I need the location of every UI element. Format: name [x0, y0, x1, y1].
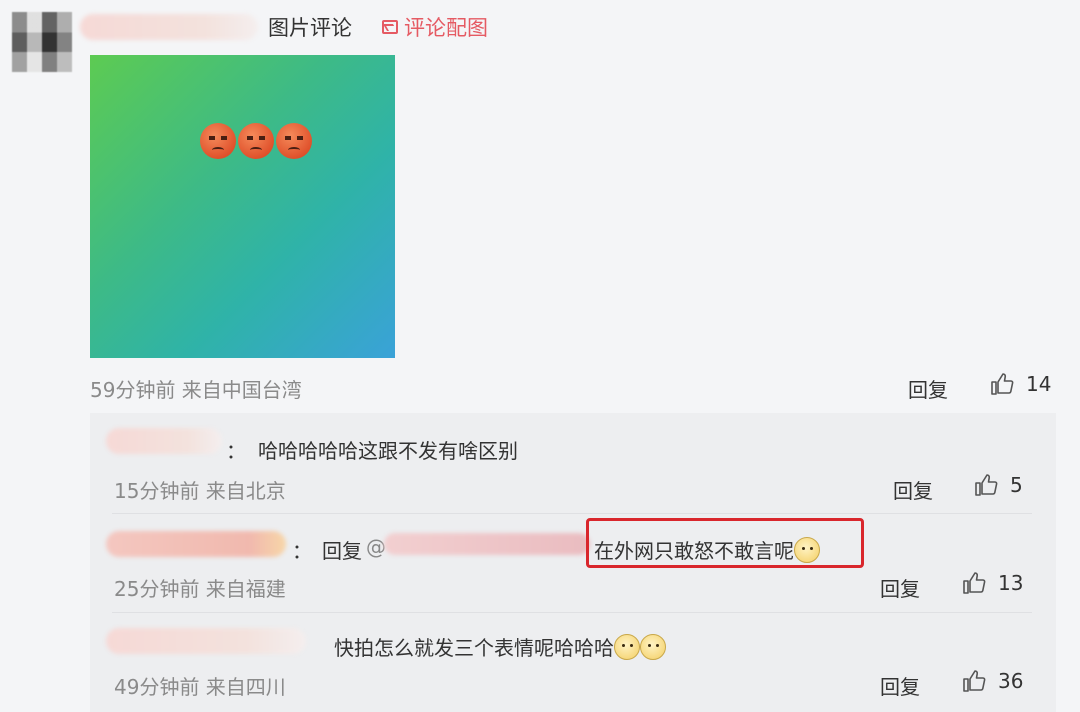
reply-content: 哈哈哈哈哈这跟不发有啥区别: [258, 439, 518, 463]
reply-username-blurred[interactable]: [106, 531, 286, 557]
reply-username-blurred[interactable]: [106, 428, 222, 454]
reply-meta: 25分钟前 来自福建: [114, 577, 286, 601]
reply-meta: 49分钟前 来自四川: [114, 675, 286, 699]
highlight-annotation: [586, 518, 864, 568]
reply-content: 快拍怎么就发三个表情呢哈哈哈: [334, 632, 666, 661]
comment-type-label: 图片评论: [268, 16, 352, 40]
reply-divider: [112, 513, 1032, 514]
comment-attached-image[interactable]: [90, 55, 395, 358]
mention-at-sign[interactable]: @: [366, 535, 386, 559]
thumbs-up-icon: [963, 572, 986, 594]
angry-face-icon: [238, 123, 274, 159]
like-count: 5: [1010, 473, 1023, 497]
attachment-label: 评论配图: [404, 16, 488, 40]
mentioned-username-blurred[interactable]: [384, 533, 590, 555]
reply-meta: 15分钟前 来自北京: [114, 479, 286, 503]
like-count: 36: [998, 669, 1024, 693]
reply-button[interactable]: 回复: [893, 475, 933, 504]
like-button[interactable]: 5: [974, 473, 1023, 497]
reply-divider: [112, 612, 1032, 613]
angry-face-icon: [200, 123, 236, 159]
smiling-cat-icon: [614, 634, 640, 660]
emoji-row: [200, 123, 312, 159]
image-icon: [382, 20, 398, 34]
thumbs-up-icon: [975, 474, 998, 496]
reply-button[interactable]: 回复: [908, 374, 948, 403]
like-count: 13: [998, 571, 1024, 595]
reply-button[interactable]: 回复: [880, 573, 920, 602]
comment-attachment-link[interactable]: 评论配图: [382, 12, 488, 42]
like-button[interactable]: 14: [990, 372, 1051, 396]
reply-button[interactable]: 回复: [880, 671, 920, 700]
like-button[interactable]: 13: [962, 571, 1023, 595]
user-avatar[interactable]: [12, 12, 72, 72]
thumbs-up-icon: [991, 373, 1014, 395]
reply-username-blurred[interactable]: [106, 628, 306, 654]
reply-separator: ：: [292, 539, 312, 563]
like-button[interactable]: 36: [962, 669, 1023, 693]
angry-face-icon: [276, 123, 312, 159]
thumbs-up-icon: [963, 670, 986, 692]
comment-meta: 59分钟前 来自中国台湾: [90, 378, 302, 402]
smiling-cat-icon: [640, 634, 666, 660]
reply-separator: ：: [226, 439, 246, 463]
username-blurred[interactable]: [80, 14, 258, 40]
like-count: 14: [1026, 372, 1052, 396]
reply-to-label: 回复: [322, 539, 362, 563]
